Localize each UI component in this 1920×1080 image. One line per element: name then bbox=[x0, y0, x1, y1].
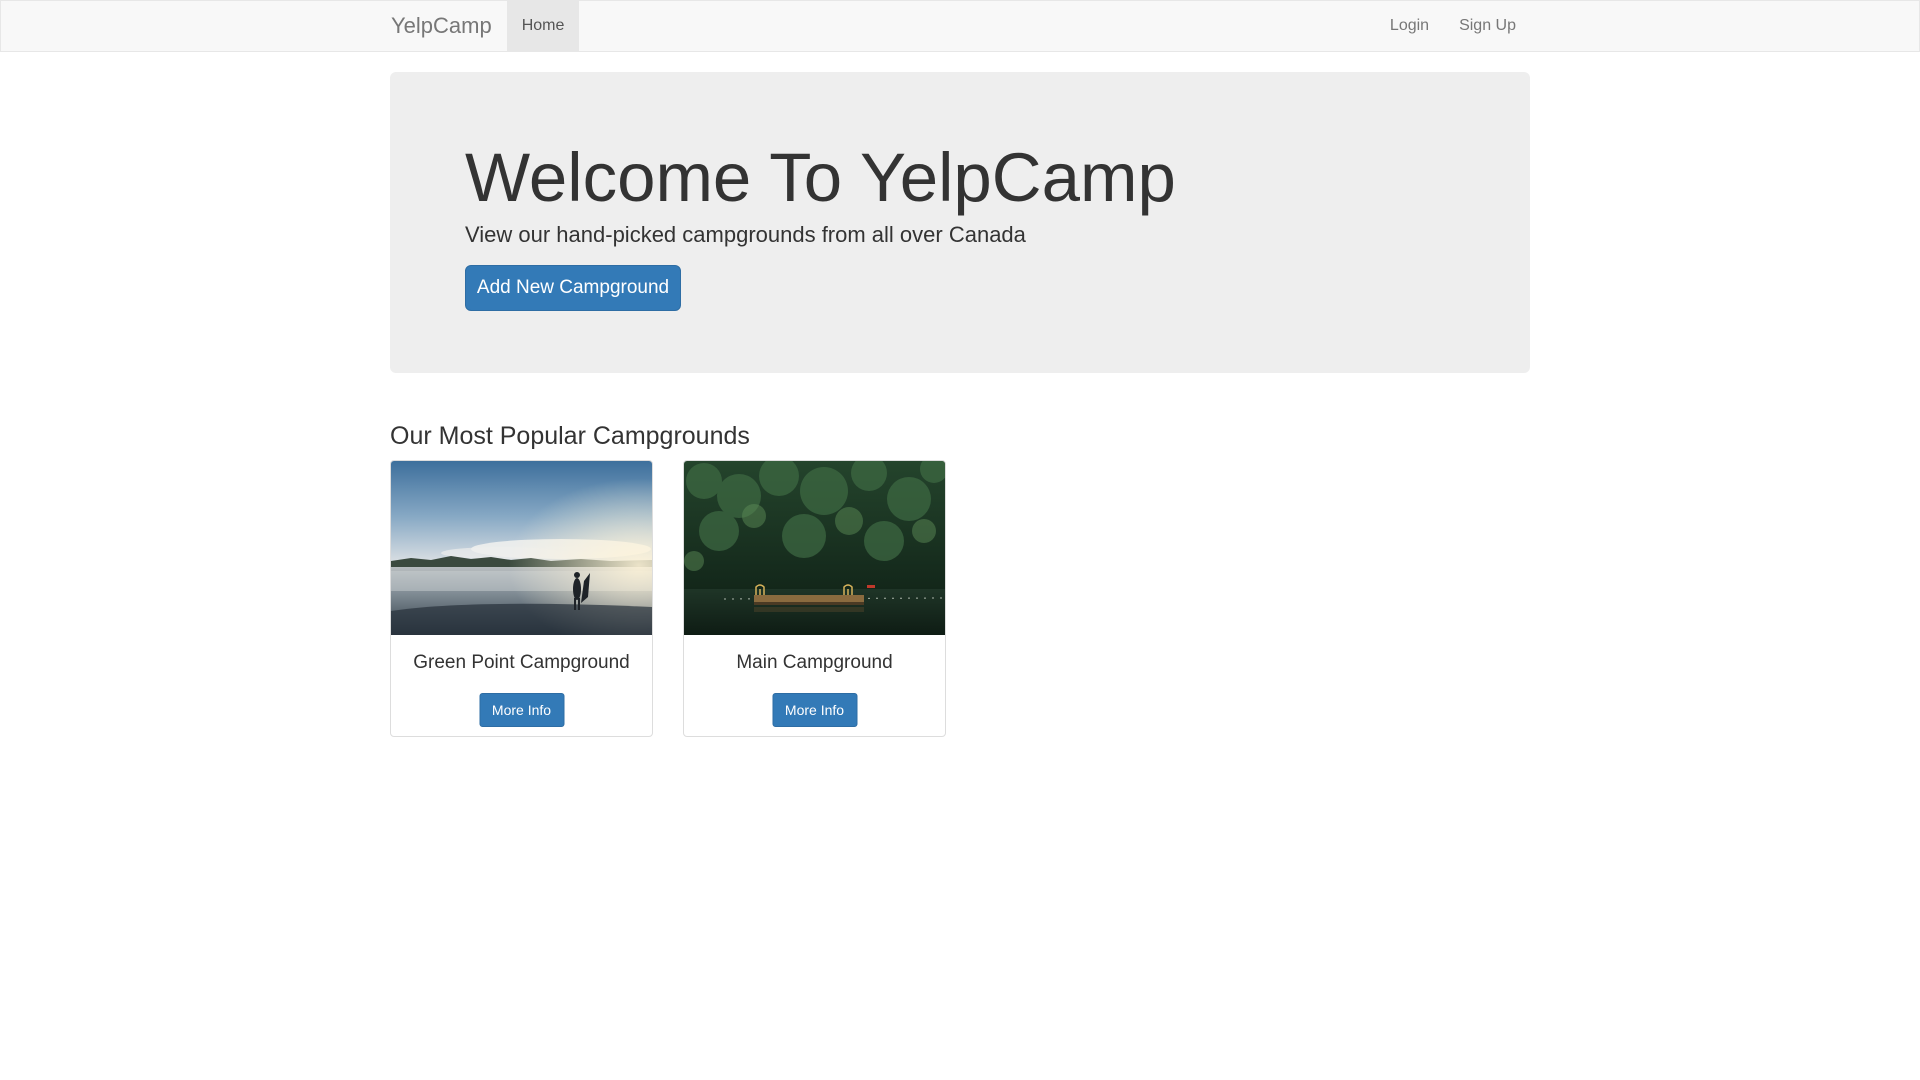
campground-card: Main Campground More Info bbox=[683, 460, 946, 737]
nav-link-login[interactable]: Login bbox=[1375, 1, 1444, 51]
brand-link[interactable]: YelpCamp bbox=[381, 1, 507, 51]
campground-card: Green Point Campground More Info bbox=[390, 460, 653, 737]
jumbotron-title: Welcome To YelpCamp bbox=[465, 139, 1176, 216]
add-campground-button[interactable]: Add New Campground bbox=[465, 265, 681, 311]
navbar-container: YelpCamp Home Login Sign Up bbox=[381, 1, 1531, 51]
campground-image bbox=[391, 461, 652, 635]
more-info-button[interactable]: More Info bbox=[479, 693, 564, 727]
navbar: YelpCamp Home Login Sign Up bbox=[0, 0, 1920, 52]
navbar-left: YelpCamp Home bbox=[381, 1, 580, 51]
navbar-right: Login Sign Up bbox=[1375, 1, 1531, 51]
popular-heading: Our Most Popular Campgrounds bbox=[390, 422, 750, 450]
campground-name: Green Point Campground bbox=[413, 652, 630, 673]
nav-link-signup[interactable]: Sign Up bbox=[1444, 1, 1531, 51]
jumbotron-subtitle: View our hand-picked campgrounds from al… bbox=[465, 222, 1026, 247]
more-info-button[interactable]: More Info bbox=[772, 693, 857, 727]
nav-link-home[interactable]: Home bbox=[506, 1, 580, 51]
jumbotron: Welcome To YelpCamp View our hand-picked… bbox=[390, 72, 1530, 373]
campground-name: Main Campground bbox=[736, 652, 893, 673]
campground-image bbox=[684, 461, 945, 635]
